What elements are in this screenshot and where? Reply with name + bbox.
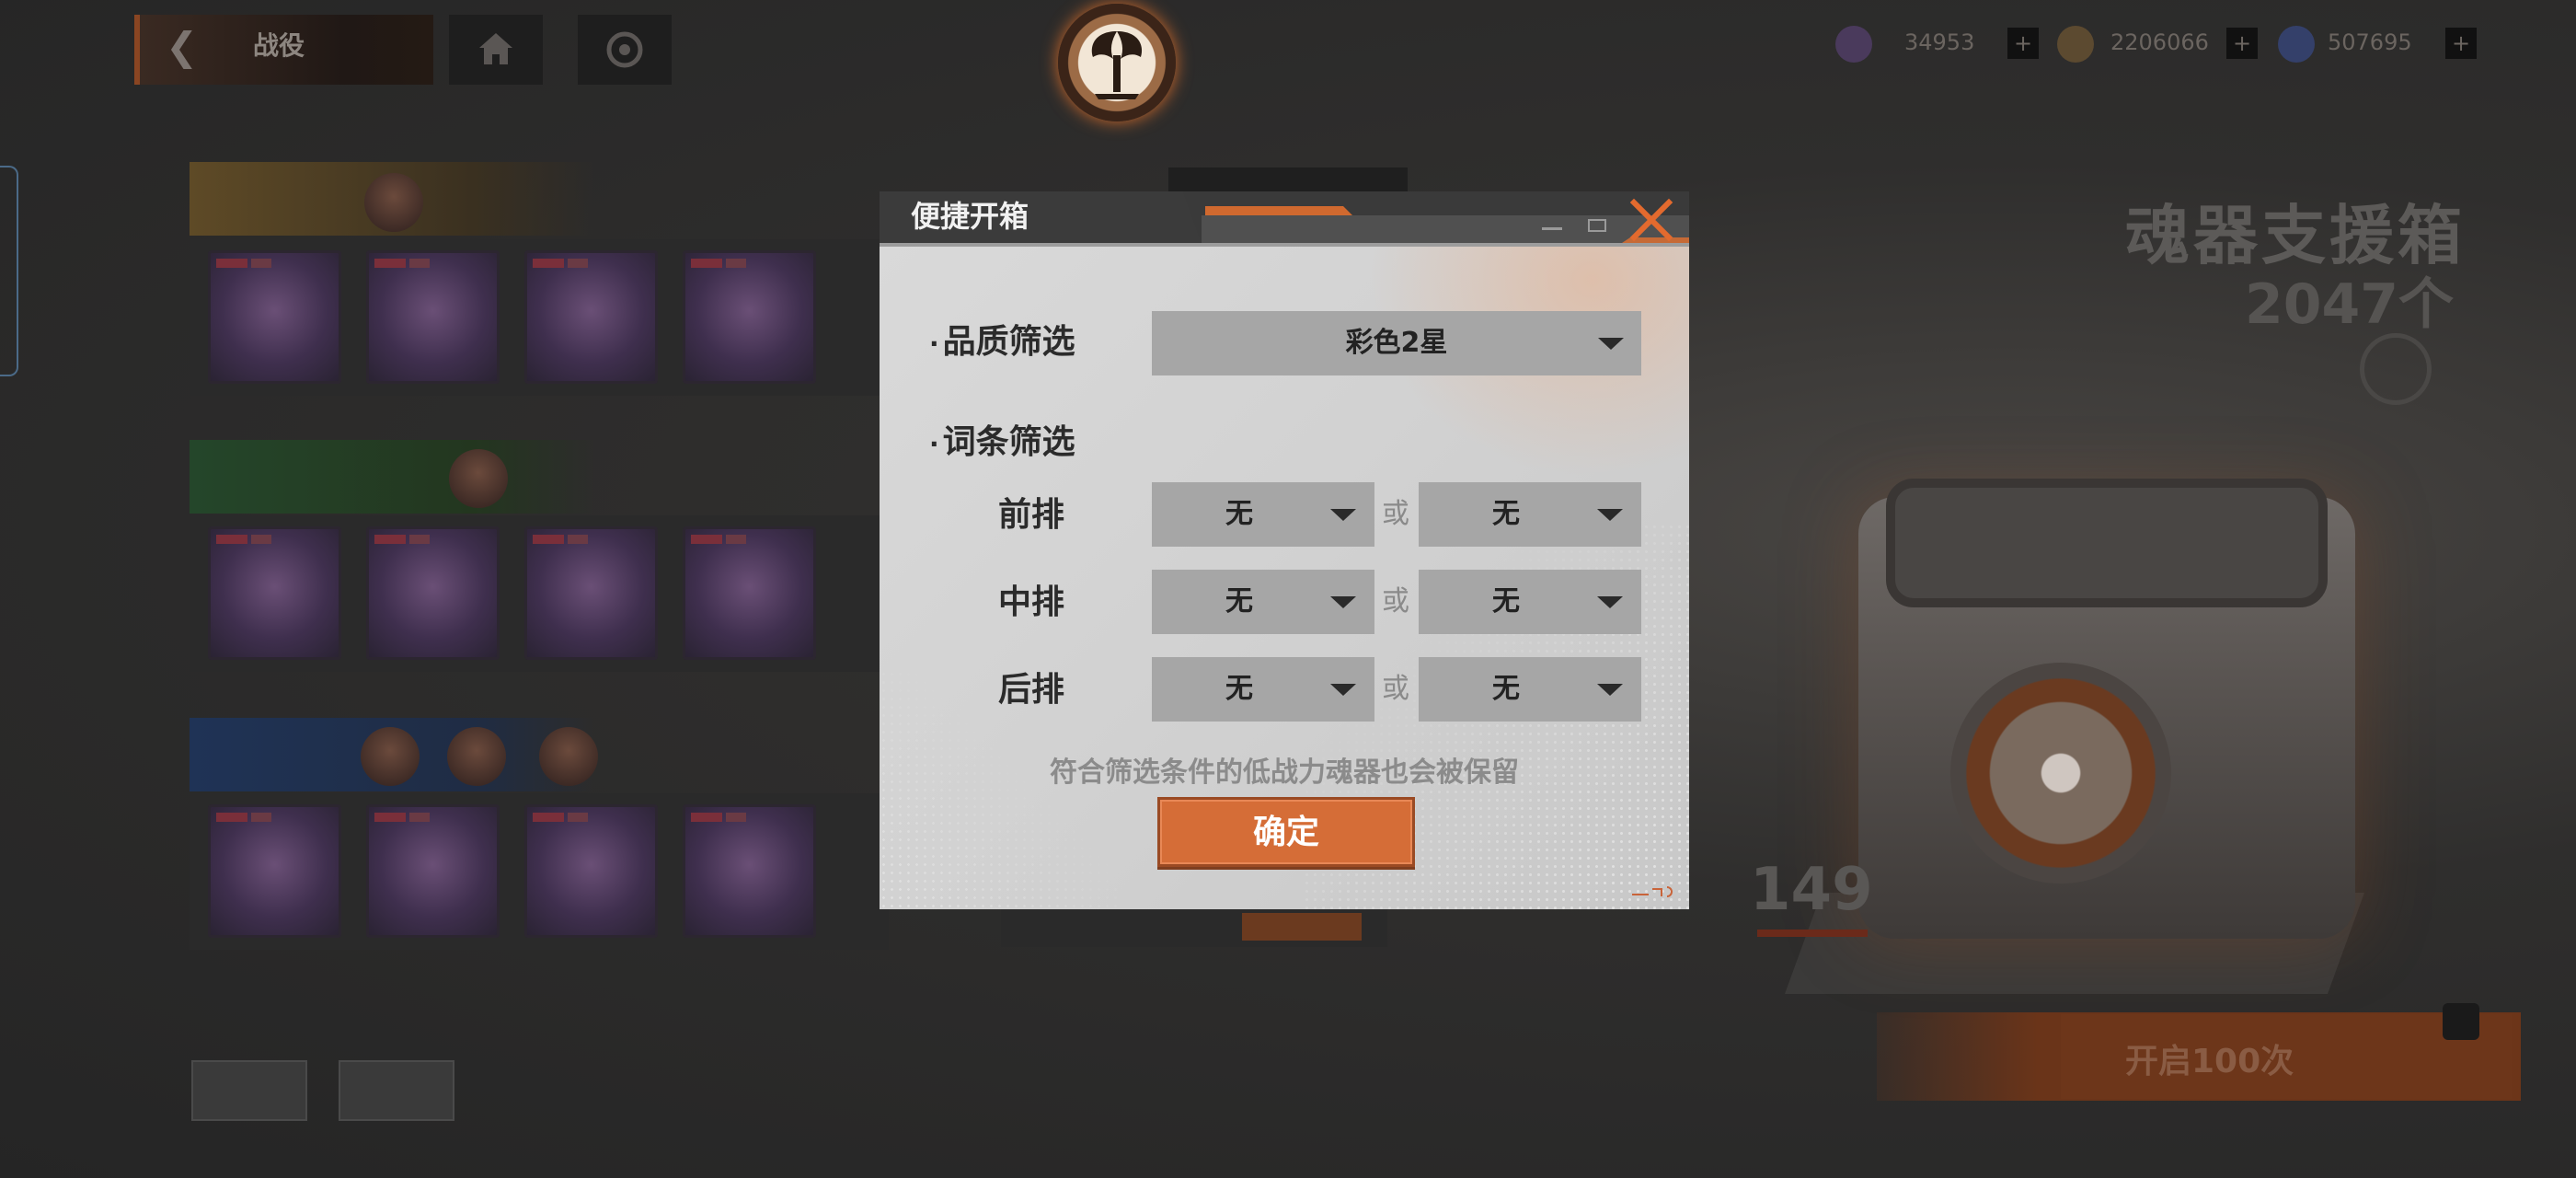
middle-row-dropdown-1[interactable]: 无 bbox=[1152, 570, 1374, 634]
middle-row-dropdown-2[interactable]: 无 bbox=[1419, 570, 1641, 634]
soul-card[interactable] bbox=[683, 526, 816, 660]
dialog-title: 便捷开箱 bbox=[911, 199, 1029, 234]
home-button[interactable] bbox=[449, 15, 543, 85]
soul-card[interactable] bbox=[208, 804, 341, 938]
dropdown-value: 无 bbox=[1225, 498, 1253, 530]
back-title: 战役 bbox=[253, 30, 305, 61]
soul-card[interactable] bbox=[524, 526, 658, 660]
gem-amount: 34953 bbox=[1904, 29, 1975, 55]
coin-icon bbox=[2057, 26, 2094, 63]
or-text: 或 bbox=[1382, 585, 1409, 618]
quality-dropdown-value: 彩色2星 bbox=[1345, 327, 1448, 359]
crate-number-underline bbox=[1757, 930, 1868, 937]
chevron-down-icon bbox=[1597, 596, 1623, 608]
dropdown-value: 无 bbox=[1225, 673, 1253, 705]
ticket-add-button[interactable]: + bbox=[2445, 28, 2477, 59]
character-avatar bbox=[447, 727, 506, 786]
character-avatar bbox=[364, 173, 423, 232]
soul-card[interactable] bbox=[683, 804, 816, 938]
back-row-dropdown-2[interactable]: 无 bbox=[1419, 657, 1641, 722]
dropdown-value: 无 bbox=[1492, 585, 1520, 618]
minimize-icon bbox=[1542, 227, 1562, 230]
soul-card[interactable] bbox=[366, 804, 500, 938]
soul-card[interactable] bbox=[208, 250, 341, 384]
dropdown-value: 无 bbox=[1492, 498, 1520, 530]
chevron-down-icon bbox=[1597, 684, 1623, 696]
ticket-icon bbox=[2278, 26, 2315, 63]
dialog-accent-bar bbox=[1205, 206, 1352, 215]
dropdown-value: 无 bbox=[1225, 585, 1253, 618]
quality-filter-label: · 品质筛选 bbox=[929, 323, 1075, 361]
box-count: 2047个 bbox=[2245, 272, 2454, 337]
chevron-down-icon bbox=[1330, 509, 1356, 521]
front-row-dropdown-1[interactable]: 无 bbox=[1152, 482, 1374, 547]
crate-lid bbox=[1886, 479, 2328, 607]
or-text: 或 bbox=[1382, 498, 1409, 530]
back-row-label: 后排 bbox=[998, 671, 1065, 709]
gem-icon bbox=[1835, 26, 1872, 63]
filter-button[interactable] bbox=[191, 1060, 307, 1121]
coin-amount: 2206066 bbox=[2110, 29, 2209, 55]
chevron-left-icon: ❮ bbox=[166, 24, 199, 69]
front-row-dropdown-2[interactable]: 无 bbox=[1419, 482, 1641, 547]
info-icon[interactable] bbox=[2360, 333, 2432, 405]
crate-number: 149 bbox=[1750, 856, 1873, 924]
gem-add-button[interactable]: + bbox=[2007, 28, 2039, 59]
affix-filter-label: · 词条筛选 bbox=[929, 423, 1075, 461]
dropdown-value: 无 bbox=[1492, 673, 1520, 705]
open-box-label: 开启100次 bbox=[2125, 1043, 2294, 1080]
side-drawer-handle[interactable] bbox=[0, 166, 18, 376]
front-row-label: 前排 bbox=[998, 496, 1065, 534]
middle-row-label: 中排 bbox=[998, 583, 1065, 621]
chevron-down-icon bbox=[1330, 596, 1356, 608]
soul-card[interactable] bbox=[524, 804, 658, 938]
soul-card[interactable] bbox=[366, 250, 500, 384]
close-icon bbox=[1629, 198, 1673, 242]
ticket-amount: 507695 bbox=[2328, 29, 2412, 55]
crate-emblem bbox=[1950, 663, 2171, 884]
chevron-down-icon bbox=[1597, 509, 1623, 521]
or-text: 或 bbox=[1382, 673, 1409, 705]
character-avatar bbox=[361, 727, 420, 786]
soul-card[interactable] bbox=[208, 526, 341, 660]
tree-emblem-logo bbox=[1058, 4, 1176, 121]
filter-note: 符合筛选条件的低战力魂器也会被保留 bbox=[1050, 756, 1519, 789]
compass-icon bbox=[606, 31, 643, 68]
quality-dropdown[interactable]: 彩色2星 bbox=[1152, 311, 1641, 375]
character-avatar bbox=[449, 449, 508, 508]
sort-button[interactable] bbox=[339, 1060, 454, 1121]
close-button[interactable] bbox=[1628, 197, 1674, 243]
corner-logo-icon bbox=[1632, 886, 1673, 897]
home-icon bbox=[479, 33, 512, 64]
confirm-button[interactable]: 确定 bbox=[1157, 797, 1415, 867]
tier-mid-header bbox=[190, 440, 594, 514]
chevron-down-icon bbox=[1598, 338, 1624, 350]
list-footer-button[interactable] bbox=[1242, 913, 1362, 941]
maximize-icon bbox=[1588, 219, 1606, 232]
character-avatar bbox=[539, 727, 598, 786]
help-button[interactable] bbox=[578, 15, 672, 85]
dialog-header-strip bbox=[1202, 215, 1689, 243]
chevron-down-icon bbox=[1330, 684, 1356, 696]
soul-card[interactable] bbox=[683, 250, 816, 384]
back-row-dropdown-1[interactable]: 无 bbox=[1152, 657, 1374, 722]
open-box-badge bbox=[2443, 1003, 2479, 1040]
soul-card[interactable] bbox=[524, 250, 658, 384]
soul-card[interactable] bbox=[366, 526, 500, 660]
coin-add-button[interactable]: + bbox=[2226, 28, 2258, 59]
